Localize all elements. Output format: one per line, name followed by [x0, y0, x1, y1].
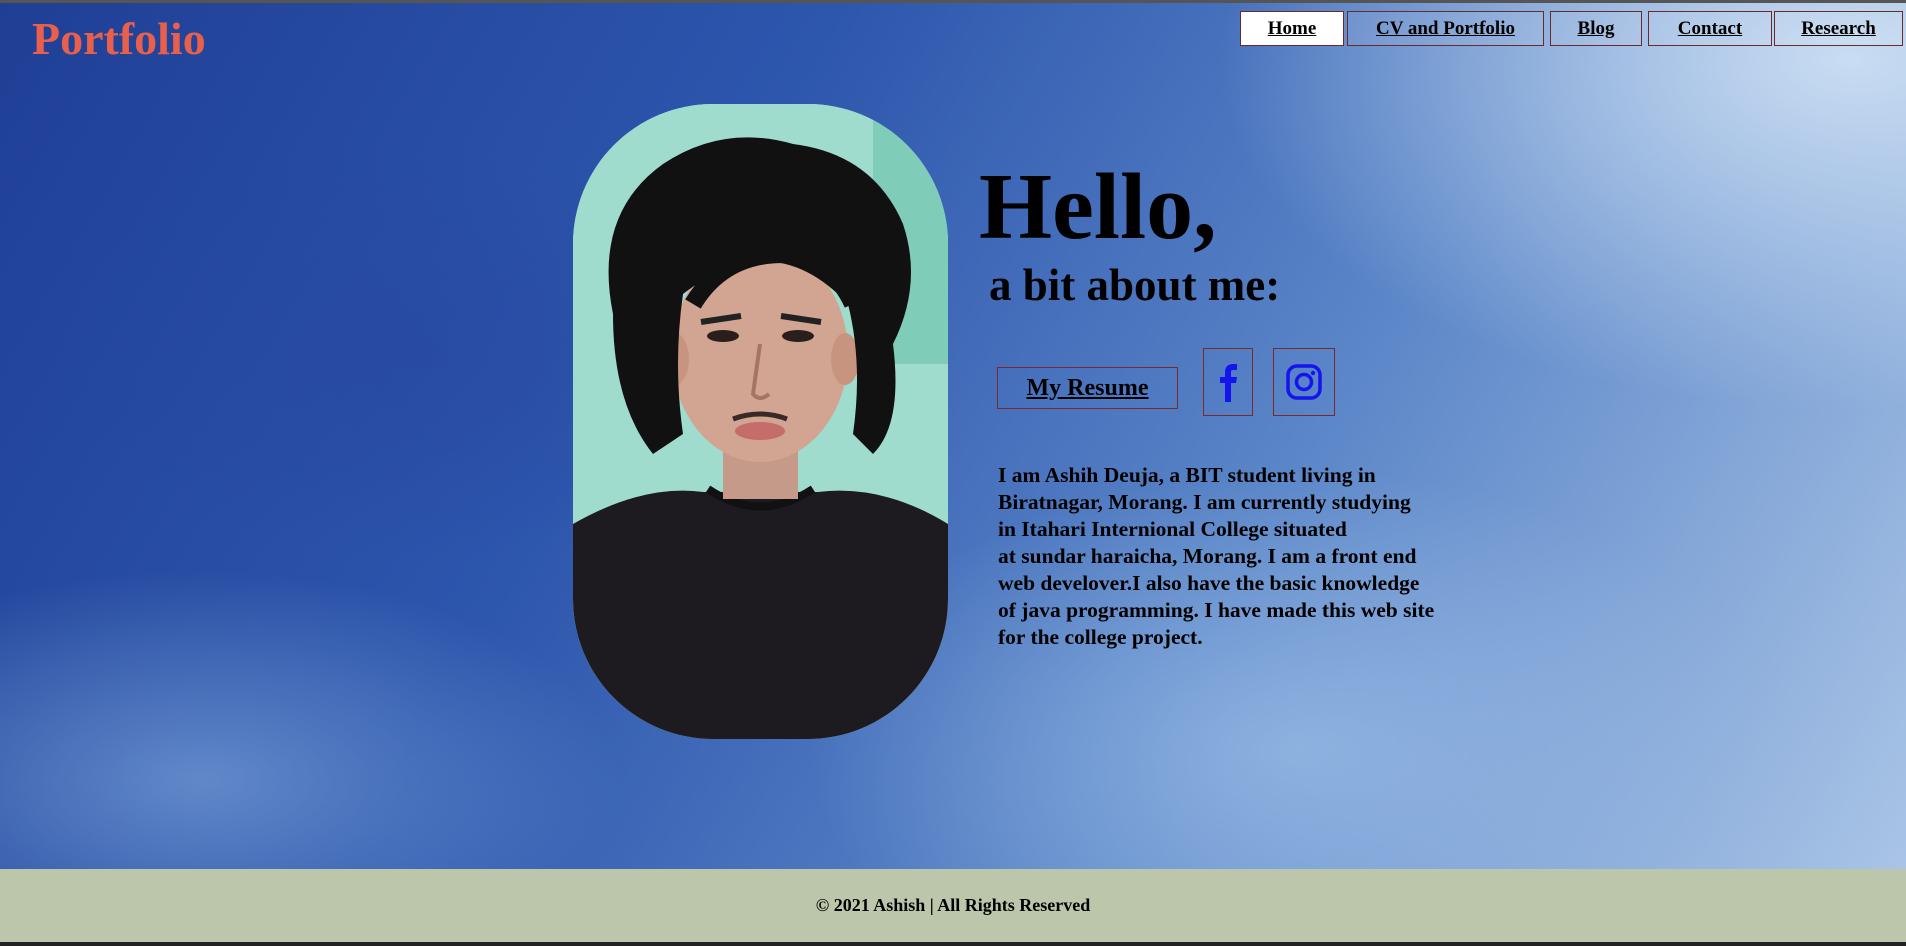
nav-contact[interactable]: Contact	[1648, 11, 1772, 46]
facebook-icon	[1220, 364, 1237, 402]
about-line: Biratnagar, Morang. I am currently study…	[998, 490, 1411, 514]
about-line: at sundar haraicha, Morang. I am a front…	[998, 544, 1417, 568]
bottom-border	[0, 942, 1906, 946]
about-line: web develover.I also have the basic know…	[998, 571, 1420, 595]
nav-blog[interactable]: Blog	[1550, 11, 1642, 46]
nav-cv-portfolio[interactable]: CV and Portfolio	[1347, 11, 1544, 46]
top-border	[0, 0, 1906, 3]
about-line: for the college project.	[998, 625, 1203, 649]
background-sky	[0, 0, 1906, 869]
about-line: I am Ashih Deuja, a BIT student living i…	[998, 463, 1376, 487]
instagram-link[interactable]	[1273, 348, 1335, 416]
about-line: of java programming. I have made this we…	[998, 598, 1435, 622]
nav-research[interactable]: Research	[1774, 11, 1903, 46]
facebook-link[interactable]	[1203, 348, 1253, 416]
copyright-text: © 2021 Ashish | All Rights Reserved	[815, 895, 1091, 915]
nav-home[interactable]: Home	[1240, 11, 1344, 46]
about-text: I am Ashih Deuja, a BIT student living i…	[998, 462, 1518, 651]
site-logo[interactable]: Portfolio	[32, 12, 206, 65]
instagram-icon	[1286, 364, 1322, 400]
resume-button[interactable]: My Resume	[997, 367, 1178, 409]
about-line: in Itahari Internional College situated	[998, 517, 1347, 541]
hero-subheading: a bit about me:	[989, 260, 1281, 310]
profile-photo	[573, 104, 948, 739]
hero-greeting: Hello,	[979, 155, 1217, 259]
